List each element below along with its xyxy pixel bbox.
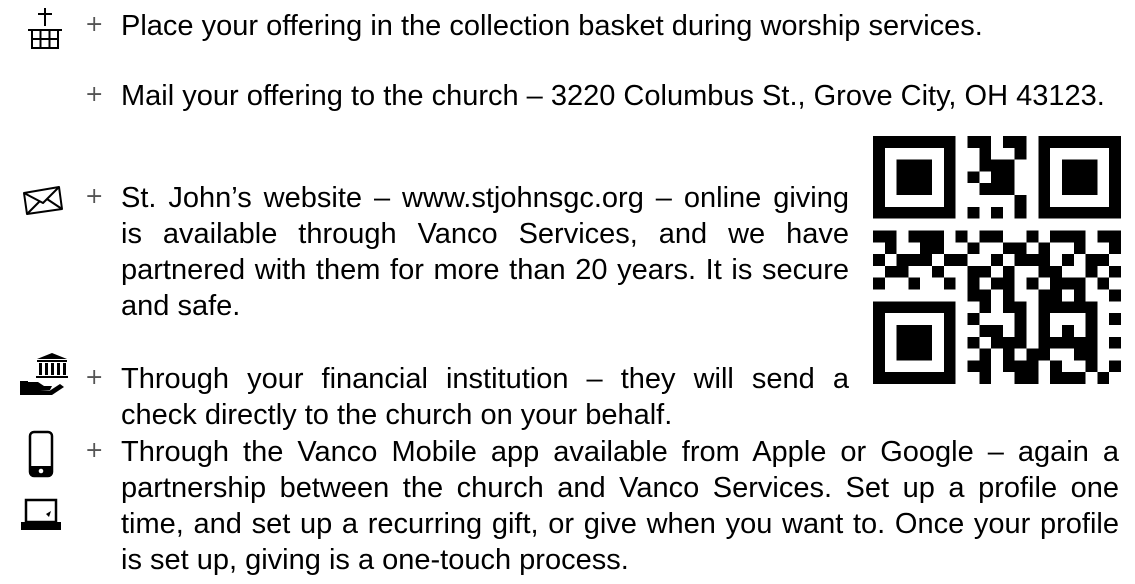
laptop-icon [21,498,61,530]
bullet-plus-1: + [85,12,104,37]
mobile-phone-icon [28,430,54,478]
envelope-icon [23,186,63,215]
option-collection-basket: Place your offering in the collection ba… [121,10,983,42]
qr-code [873,136,1121,384]
option-mail-offering: Mail your offering to the church – 3220 … [121,80,1105,112]
option-financial-institution: Through your financial institution – the… [121,363,849,431]
hand-bank-icon [20,353,68,395]
church-building-icon [28,8,62,49]
bullet-plus-5: + [85,438,104,463]
bullet-plus-3: + [85,184,104,209]
option-vanco-mobile-app: Through the Vanco Mobile app available f… [121,436,1119,576]
bullet-plus-2: + [85,82,104,107]
bullet-plus-4: + [85,365,104,390]
option-website-online-giving: St. John’s website – www.stjohnsgc.org –… [121,182,849,322]
